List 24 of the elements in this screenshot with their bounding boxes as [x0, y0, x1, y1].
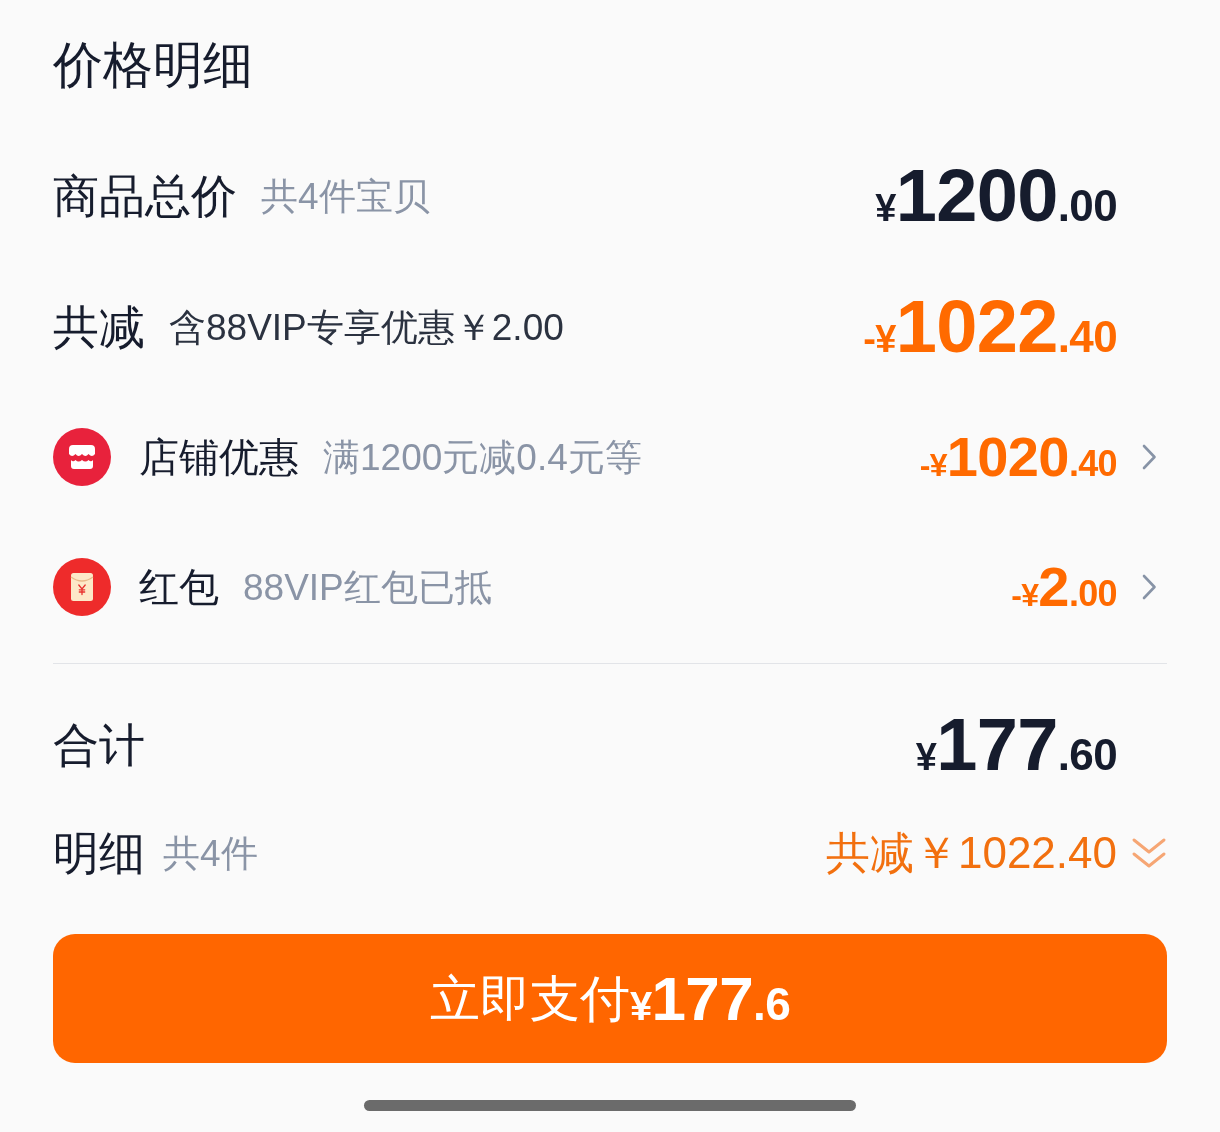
store-icon — [53, 428, 111, 486]
double-chevron-down-icon — [1131, 837, 1167, 869]
chevron-right-icon[interactable] — [1142, 444, 1157, 470]
chevron-right-icon[interactable] — [1142, 574, 1157, 600]
envelope-icon — [53, 558, 111, 616]
discount-note: 满1200元减0.4元等 — [323, 438, 642, 476]
item-label: 商品总价 — [53, 173, 237, 219]
discount-label: 店铺优惠 — [139, 437, 299, 477]
discount-label: 红包 — [139, 567, 219, 607]
details-note: 共4件 — [163, 834, 258, 872]
discount-note: 88VIP红包已抵 — [243, 568, 492, 606]
discount-price-text: -¥1020.40 — [919, 429, 1117, 485]
price-text: ¥1200.00 — [875, 159, 1117, 233]
item-note: 含88VIP专享优惠￥2.00 — [169, 308, 564, 346]
details-label: 明细 — [53, 830, 145, 876]
item-note: 共4件宝贝 — [261, 177, 430, 215]
section-title: 价格明细 — [53, 40, 253, 90]
item-label: 共减 — [53, 304, 145, 350]
pay-button[interactable]: 立即支付¥177.6 — [53, 934, 1167, 1063]
discount-price-text: -¥2.00 — [1011, 559, 1117, 615]
discount-price-text: -¥1022.40 — [863, 290, 1117, 364]
total-label: 合计 — [53, 722, 145, 768]
total-price-text: ¥177.60 — [915, 708, 1117, 782]
discount-details-toggle[interactable]: 共减￥1022.40 — [825, 831, 1167, 875]
